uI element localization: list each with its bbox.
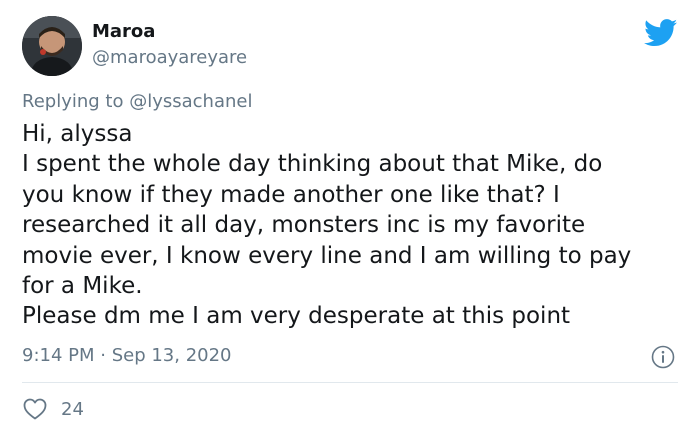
tweet-text-line: researched it all day, monsters inc is m… — [22, 212, 586, 239]
author-handle[interactable]: @maroayareyare — [92, 47, 247, 69]
author-display-name[interactable]: Maroa — [92, 21, 155, 43]
avatar-image — [22, 16, 82, 76]
tweet-text-line: movie ever, I know every line and I am w… — [22, 242, 632, 269]
tweet-card: Maroa @maroayareyare Replying to @lyssac… — [0, 0, 700, 437]
tweet-text-line: Hi, alyssa — [22, 121, 133, 147]
info-icon[interactable] — [651, 345, 675, 369]
replying-to-label: Replying to — [22, 91, 124, 112]
avatar[interactable] — [22, 16, 82, 76]
heart-icon[interactable] — [23, 398, 47, 420]
divider — [22, 382, 678, 383]
tweet-text: Hi, alyssa I spent the whole day thinkin… — [22, 119, 687, 332]
like-count: 24 — [61, 399, 84, 420]
tweet-timestamp[interactable]: 9:14 PM · Sep 13, 2020 — [22, 345, 232, 367]
tweet-text-line: you know if they made another one like t… — [22, 181, 560, 208]
replying-to: Replying to @lyssachanel — [22, 91, 252, 113]
twitter-bird-icon[interactable] — [644, 19, 678, 47]
tweet-text-line: I spent the whole day thinking about tha… — [22, 151, 603, 178]
tweet-text-line: Please dm me I am very desperate at this… — [22, 303, 571, 330]
tweet-text-line: for a Mike. — [22, 273, 143, 300]
reply-mention-link[interactable]: @lyssachanel — [129, 91, 252, 112]
